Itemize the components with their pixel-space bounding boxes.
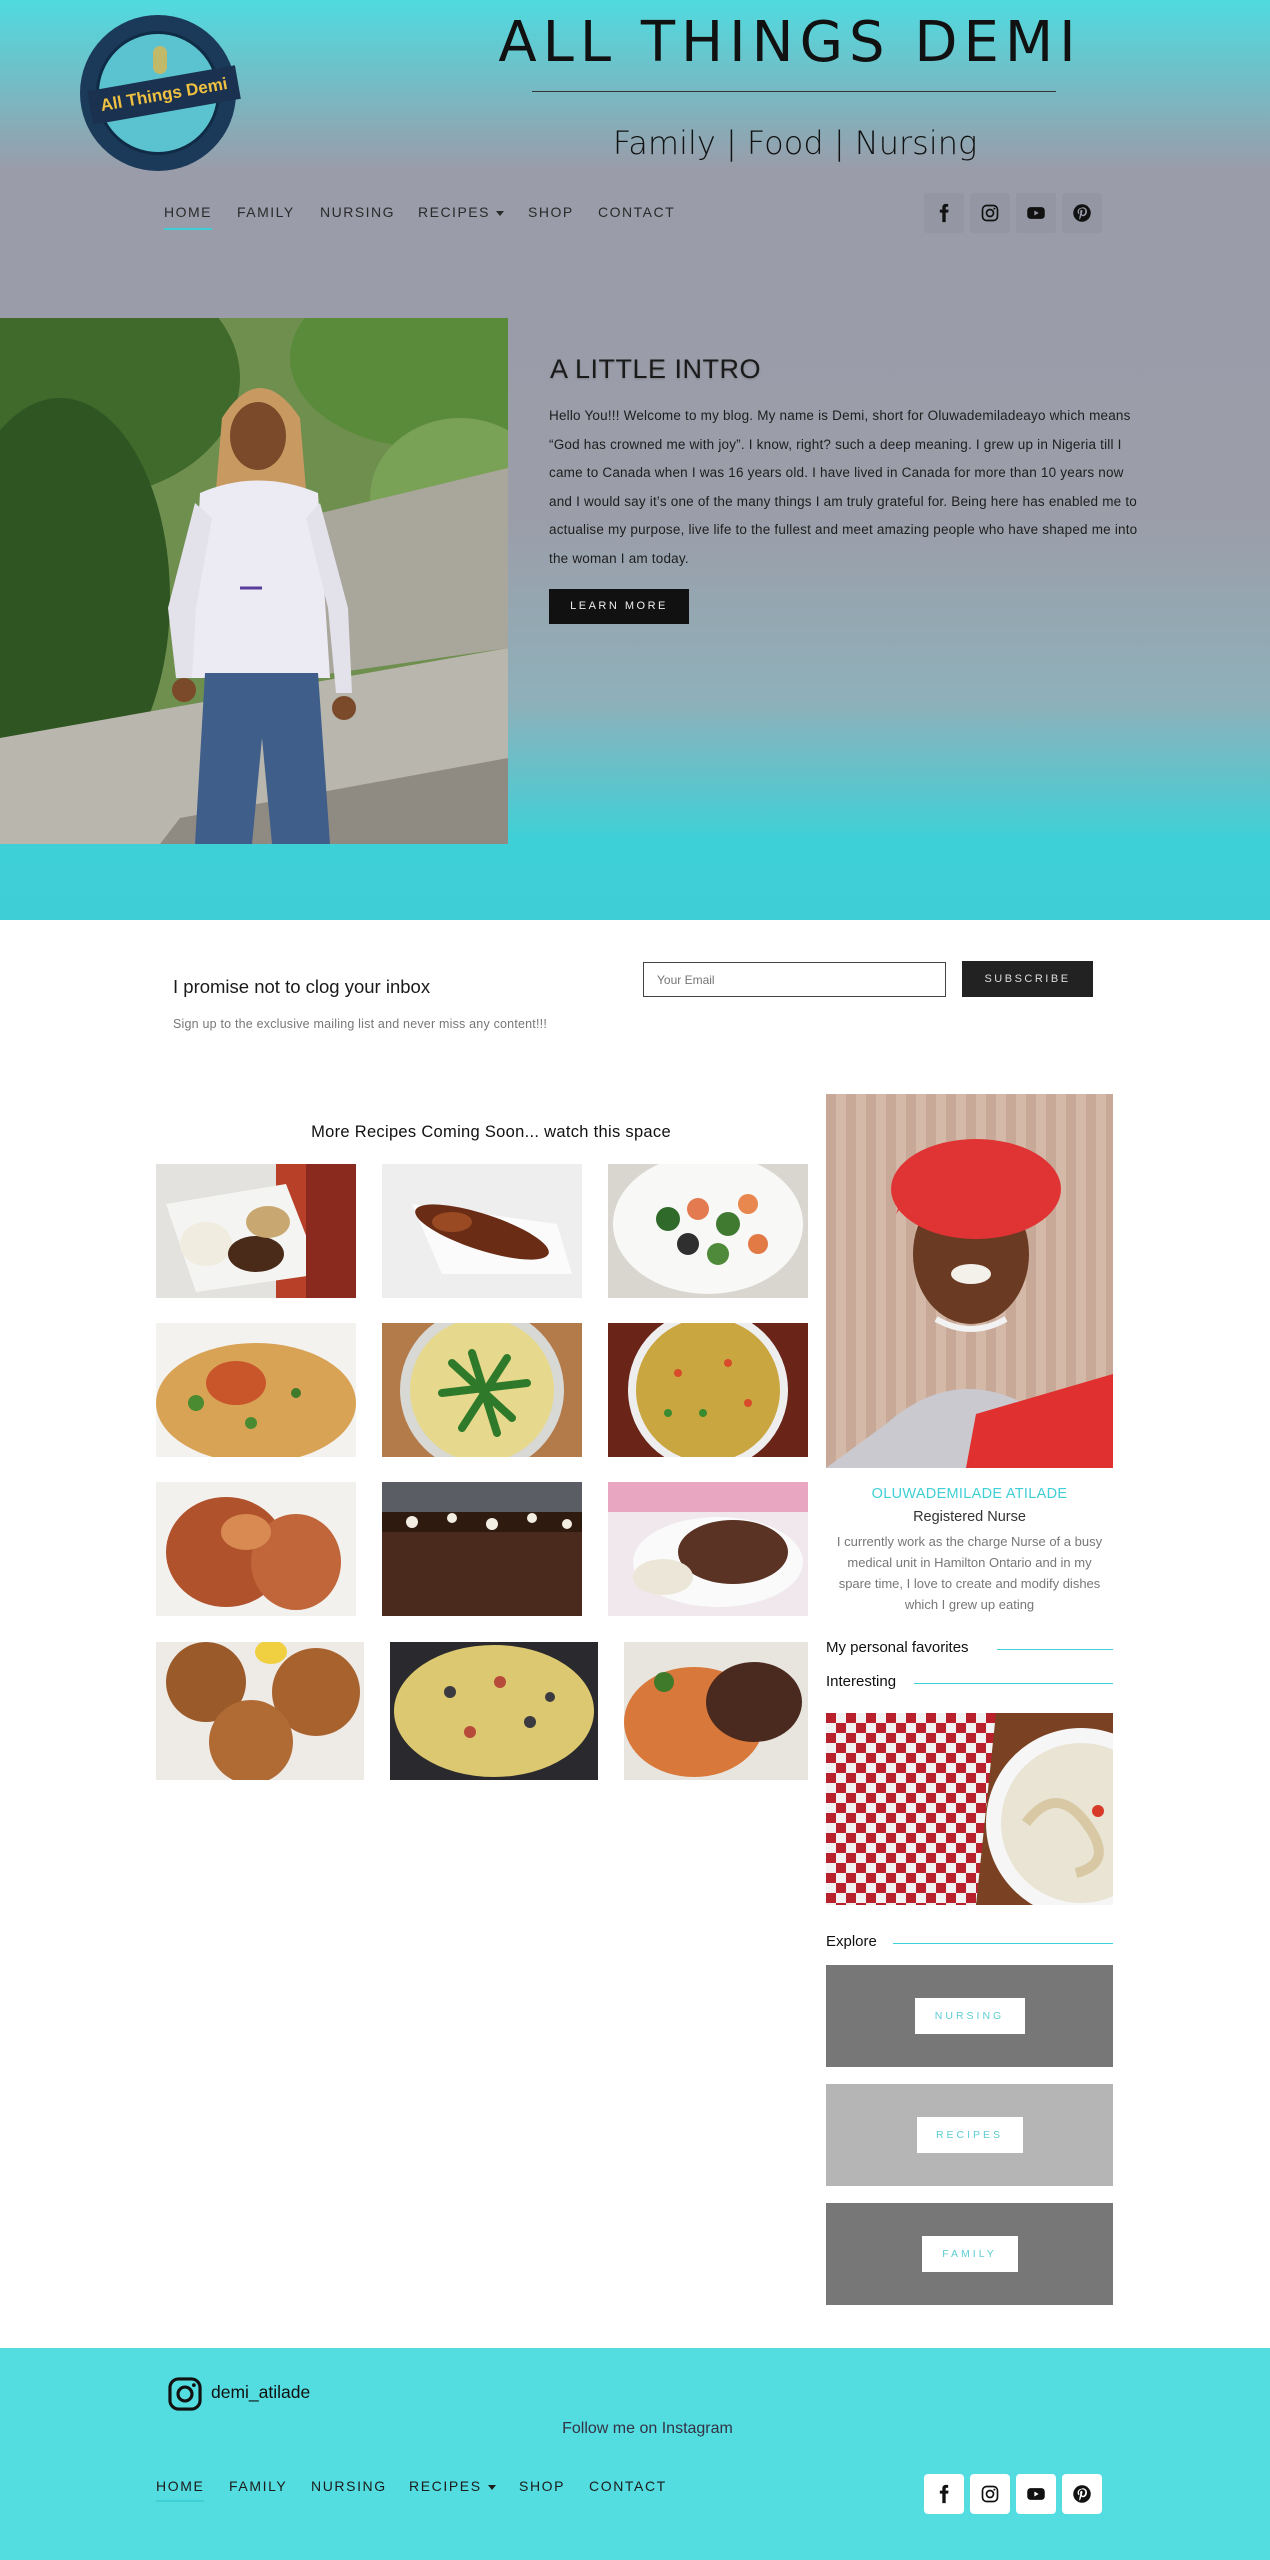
youtube-icon[interactable]: [1016, 193, 1056, 233]
instagram-icon[interactable]: [970, 193, 1010, 233]
logo-text: All Things Demi: [87, 65, 241, 125]
recipe-tile[interactable]: [624, 1642, 808, 1780]
explore-family-button[interactable]: FAMILY: [921, 2236, 1018, 2272]
newsletter-subtitle: Sign up to the exclusive mailing list an…: [173, 1017, 548, 1031]
site-tagline: Family | Food | Nursing: [612, 124, 978, 162]
follow-instagram-text: Follow me on Instagram: [562, 2420, 733, 2437]
profile-bio: I currently work as the charge Nurse of …: [836, 1534, 1103, 1612]
subscribe-button[interactable]: SUBSCRIBE: [962, 961, 1093, 997]
recipe-tile[interactable]: [156, 1323, 356, 1457]
instagram-icon[interactable]: [970, 2474, 1010, 2514]
recipe-tile[interactable]: [156, 1482, 356, 1616]
explore-card-nursing: NURSING: [826, 1965, 1113, 2067]
footer-nav-nursing[interactable]: NURSING: [311, 2478, 387, 2494]
footer-nav-contact[interactable]: CONTACT: [589, 2478, 667, 2494]
explore-recipes-button[interactable]: RECIPES: [916, 2117, 1023, 2153]
explore-divider: [893, 1943, 1113, 1944]
recipe-tile[interactable]: [382, 1482, 582, 1616]
profile-role: Registered Nurse: [913, 1509, 1026, 1525]
nav-family[interactable]: FAMILY: [237, 204, 295, 220]
facebook-icon[interactable]: [924, 2474, 964, 2514]
favorite-photo[interactable]: [826, 1713, 1113, 1905]
recipe-tile[interactable]: [608, 1164, 808, 1298]
site-logo[interactable]: All Things Demi: [80, 15, 241, 171]
favorites-heading: My personal favorites: [826, 1639, 969, 1656]
profile-photo: [826, 1094, 1113, 1468]
pinterest-icon[interactable]: [1062, 2474, 1102, 2514]
interesting-heading: Interesting: [826, 1673, 897, 1690]
explore-card-recipes: RECIPES: [826, 2084, 1113, 2186]
explore-heading: Explore: [826, 1933, 877, 1950]
intro-body: Hello You!!! Welcome to my blog. My name…: [549, 408, 1138, 566]
recipe-tile[interactable]: [608, 1323, 808, 1457]
pinterest-icon[interactable]: [1062, 193, 1102, 233]
nav-nursing[interactable]: NURSING: [320, 204, 395, 220]
intro-photo: [0, 318, 508, 844]
nav-shop[interactable]: SHOP: [528, 204, 574, 220]
nav-recipes-label: RECIPES: [418, 204, 490, 220]
learn-more-button[interactable]: LEARN MORE: [549, 589, 689, 624]
footer-nav-recipes[interactable]: RECIPES: [409, 2478, 496, 2494]
footer-nav-recipes-label: RECIPES: [409, 2478, 482, 2494]
chevron-down-icon: [487, 2484, 496, 2490]
recipe-tile[interactable]: [156, 1164, 356, 1298]
recipe-tile[interactable]: [382, 1323, 582, 1457]
intro-title: A LITTLE INTRO: [550, 354, 762, 384]
chevron-down-icon: [495, 210, 504, 216]
profile-name: OLUWADEMILADE ATILADE: [871, 1486, 1068, 1502]
facebook-icon[interactable]: [924, 193, 964, 233]
favorites-divider: [997, 1649, 1113, 1650]
newsletter-title: I promise not to clog your inbox: [173, 976, 431, 997]
footer-nav-active-indicator: [156, 2500, 204, 2502]
footer-nav-shop[interactable]: SHOP: [519, 2478, 565, 2494]
nav-active-indicator: [164, 228, 212, 230]
youtube-icon[interactable]: [1016, 2474, 1056, 2514]
recipe-tile[interactable]: [156, 1642, 364, 1780]
title-divider: [532, 91, 1056, 92]
explore-card-family: FAMILY: [826, 2203, 1113, 2305]
explore-nursing-button[interactable]: NURSING: [914, 1998, 1025, 2034]
footer-nav-home[interactable]: HOME: [156, 2478, 204, 2494]
instagram-handle[interactable]: demi_atilade: [211, 2382, 310, 2403]
footer-nav-family[interactable]: FAMILY: [229, 2478, 287, 2494]
nav-recipes[interactable]: RECIPES: [418, 204, 504, 220]
recipe-tile[interactable]: [382, 1164, 582, 1298]
email-field[interactable]: [643, 962, 946, 997]
site-title: ALL THINGS DEMI: [498, 10, 1082, 75]
instagram-icon[interactable]: [166, 2375, 204, 2413]
nav-home[interactable]: HOME: [164, 204, 212, 220]
recipe-tile[interactable]: [608, 1482, 808, 1616]
recipe-tile[interactable]: [390, 1642, 598, 1780]
recipes-heading: More Recipes Coming Soon... watch this s…: [311, 1123, 671, 1141]
nav-contact[interactable]: CONTACT: [598, 204, 675, 220]
interesting-divider: [914, 1683, 1113, 1684]
